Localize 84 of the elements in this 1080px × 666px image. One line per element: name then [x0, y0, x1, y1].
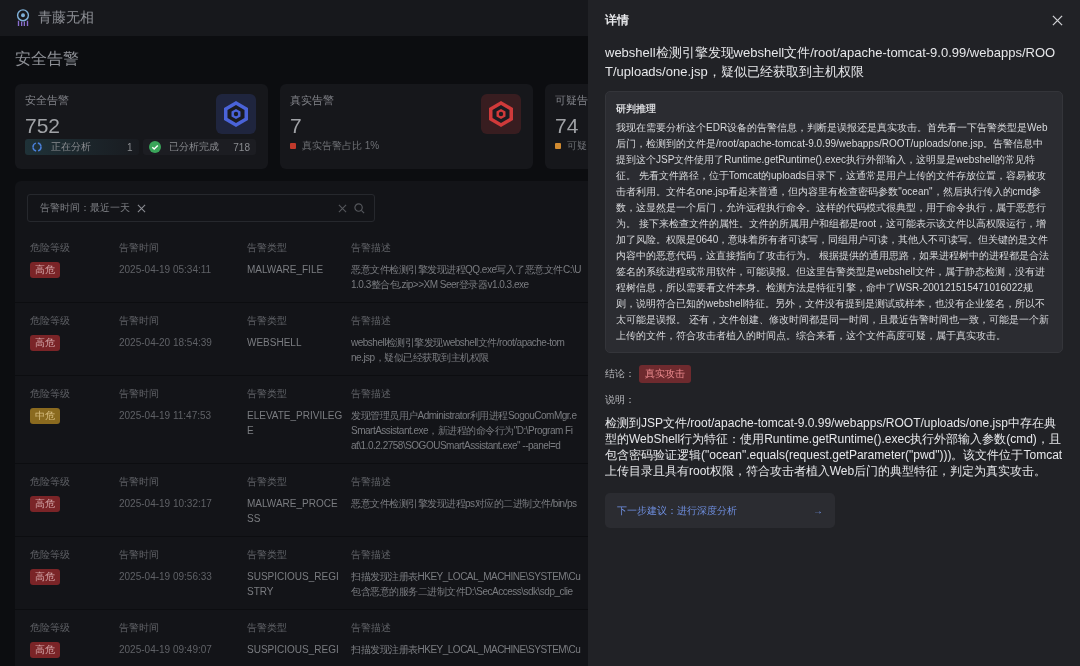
alert-description: 发现管理员用户Administrator利用进程SogouComMgr.e: [351, 409, 577, 423]
field-label: 危险等级: [30, 242, 70, 254]
field-label: 告警时间: [119, 476, 159, 488]
alert-time: 2025-04-20 18:54:39: [119, 336, 212, 350]
close-icon[interactable]: [1052, 15, 1063, 26]
alert-time: 2025-04-19 09:56:33: [119, 570, 212, 584]
alert-description: 恶意文件检测引擎发现进程QQ.exe写入了恶意文件C:\U: [351, 263, 581, 277]
alert-description: 扫描发现注册表HKEY_LOCAL_MACHINE\SYSTEM\Cu: [351, 570, 581, 584]
reasoning-title: 研判推理: [616, 102, 657, 116]
field-label: 危险等级: [30, 476, 70, 488]
next-step-button[interactable]: 下一步建议：进行深度分析 →: [605, 493, 835, 528]
legend-text: 可疑: [567, 139, 587, 153]
field-label: 危险等级: [30, 549, 70, 561]
alert-description: 扫描发现注册表HKEY_LOCAL_MACHINE\SYSTEM\Cu: [351, 643, 581, 657]
field-label: 告警类型: [247, 476, 287, 488]
field-label: 告警时间: [119, 315, 159, 327]
explanation-label: 说明：: [605, 393, 636, 407]
field-label: 告警类型: [247, 242, 287, 254]
alert-row[interactable]: 危险等级 中危 告警时间 2025-04-19 11:47:53 告警类型 ELEVATE_PRIVILEGE 告警描述 发现管理员用户Administrator利用进程SogouComMgr.e SmartAssistant.exe，新进程的命令行为"D:\Program Fi at\1.0.2.2758\SOGOUSmartAssistant.exe" --panel=d: [15, 376, 588, 464]
card-value: 7: [290, 114, 303, 138]
alert-row[interactable]: 危险等级 高危 告警时间 2025-04-20 18:54:39 告警类型 WEBSHELL 告警描述 webshell检测引擎发现webshell文件/root/apache-tom ne.jsp，疑似已经获取到主机权限: [15, 303, 588, 376]
status-pill: 已分析完成 718: [142, 139, 256, 155]
card-title: 可疑告: [555, 94, 588, 108]
severity-tag: 高危: [30, 642, 60, 658]
alert-time: 2025-04-19 05:34:11: [119, 263, 212, 277]
check-icon: [148, 141, 161, 153]
alert-type: SUSPICIOUS_REGISTRY: [247, 570, 340, 599]
card-title: 安全告警: [25, 94, 69, 108]
card-value: 74: [555, 114, 580, 138]
alert-row[interactable]: 危险等级 高危 告警时间 2025-04-19 05:34:11 告警类型 MALWARE_FILE 告警描述 恶意文件检测引擎发现进程QQ.exe写入了恶意文件C:\U 1.0.3整合包.zip>>XM Seer登录器v1.0.3.exe: [15, 230, 588, 303]
field-label: 告警描述: [351, 315, 391, 327]
severity-tag: 高危: [30, 335, 60, 351]
clear-icon[interactable]: [338, 203, 347, 213]
page-title: 安全告警: [15, 49, 80, 69]
field-label: 告警描述: [351, 388, 391, 400]
field-label: 告警时间: [119, 242, 159, 254]
severity-tag: 中危: [30, 408, 60, 424]
alert-description: 恶意文件检测引擎发现进程ps对应的二进制文件/bin/ps: [351, 497, 577, 511]
field-label: 告警时间: [119, 622, 159, 634]
field-label: 告警类型: [247, 549, 287, 561]
alert-type: MALWARE_FILE: [247, 263, 325, 277]
alert-type: WEBSHELL: [247, 336, 303, 350]
alert-description: 1.0.3整合包.zip>>XM Seer登录器v1.0.3.exe: [351, 278, 529, 292]
field-label: 告警描述: [351, 622, 391, 634]
card-value: 752: [25, 114, 62, 138]
card-title: 真实告警: [290, 94, 334, 108]
legend-text: 真实告警占比 1%: [302, 139, 380, 153]
spinner-icon: [31, 141, 43, 153]
field-label: 危险等级: [30, 388, 70, 400]
field-label: 告警描述: [351, 549, 391, 561]
drawer-title: 详情: [605, 12, 629, 29]
remove-icon[interactable]: [137, 203, 146, 213]
field-label: 危险等级: [30, 315, 70, 327]
field-label: 告警描述: [351, 476, 391, 488]
alert-row[interactable]: 危险等级 高危 告警时间 2025-04-19 10:32:17 告警类型 MALWARE_PROCESS 告警描述 恶意文件检测引擎发现进程ps对应的二进制文件/bin/ps: [15, 464, 588, 537]
alert-description: SmartAssistant.exe，新进程的命令行为"D:\Program Fi: [351, 424, 573, 438]
alert-type: ELEVATE_PRIVILEGE: [247, 409, 344, 438]
severity-tag: 高危: [30, 569, 60, 585]
field-label: 告警类型: [247, 315, 287, 327]
severity-tag: 高危: [30, 262, 60, 278]
alert-time: 2025-04-19 10:32:17: [119, 497, 212, 511]
alert-type: SUSPICIOUS_REGI: [247, 643, 340, 657]
alert-description: ne.jsp，疑似已经获取到主机权限: [351, 351, 489, 365]
alert-description: at\1.0.2.2758\SOGOUSmartAssistant.exe" --panel=d: [351, 439, 561, 453]
alert-heading: webshell检测引擎发现webshell文件/root/apache-tomcat-9.0.99/webapps/ROOT/uploads/one.jsp，疑似已经获取到主机权限: [605, 44, 1057, 81]
logo-icon: [14, 8, 32, 28]
alert-time: 2025-04-19 11:47:53: [119, 409, 212, 423]
reasoning-text: 我现在需要分析这个EDR设备的告警信息，判断是误报还是真实攻击。首先看一下告警类型是Web后门，检测到的文件是/root/apache-tomcat-9.0.99/webapps/ROOT/uploads/one.jsp。告警信息中提到这个JSP文件使用了Runtime.getRuntime().exec执行外部输入，这明显是webshell的常见特征。 先看文件路径，位于Tomcat的uploads目录下，这通常是用户上传的文件存放位置，容易被攻击者利用。文件名one.jsp看起来普通，但内容里有检查密码参数"ocean"，然后执行传入的cmd参数，这显然是一个后门，允许远程执行命令。这样的代码模式很典型，用于命令执行，属于恶意行为。 接下来检查文件的属性。文件的所属用户和组都是root，这可能表示该文件以高权限运行，增加了风险。权限是0640，意味着所有者可读写，同组用户可读，其他人不可读写。但关键的是文件内容中的恶意代码，这直接指向了攻击行为。 根据提供的通用思路，如果进程树中的进程都是合法签名的系统进程或常用软件，可能误报。但这里告警类型是webshell文件，属于静态检测，没有进程树信息，所以需要看文件本身。检测方法是特征引擎，命中了WSR-200121515471016022规则，说明符合已知的webshell特征。另外，文件没有提到是测试或样本，也没有企业签名，所以不太可能是误报。 还有，文件创建、修改时间都是同一时间，且最近告警时间也一致，可能是一个新上传的文件，符合攻击者植入的时间点。综合来看，这个文件高度可疑，属于真实攻击。: [616, 121, 1050, 343]
explanation-text: 检测到JSP文件/root/apache-tomcat-9.0.99/webapps/ROOT/uploads/one.jsp中存在典型的WebShell行为特征：使用Runtime.getRuntime().exec执行外部输入参数(cmd)，且包含密码验证逻辑("ocean".equals(request.getParameter("pwd")))。该文件位于Tomcat上传目录且具有root权限，符合攻击者植入Web后门的典型特征，判定为真实攻击。: [605, 415, 1063, 479]
conclusion-label: 结论：: [605, 367, 635, 381]
alert-description: webshell检测引擎发现webshell文件/root/apache-tom: [351, 336, 565, 350]
field-label: 告警类型: [247, 622, 287, 634]
severity-tag: 高危: [30, 496, 60, 512]
field-label: 告警描述: [351, 242, 391, 254]
conclusion-tag: 真实攻击: [639, 365, 691, 383]
field-label: 告警时间: [119, 388, 159, 400]
alert-type: MALWARE_PROCESS: [247, 497, 339, 526]
field-label: 告警类型: [247, 388, 287, 400]
search-icon[interactable]: [354, 202, 365, 214]
field-label: 危险等级: [30, 622, 70, 634]
status-pill: 正在分析 1: [25, 139, 139, 155]
alert-time: 2025-04-19 09:49:07: [119, 643, 212, 657]
field-label: 告警时间: [119, 549, 159, 561]
app-name: 青藤无相: [38, 9, 94, 27]
